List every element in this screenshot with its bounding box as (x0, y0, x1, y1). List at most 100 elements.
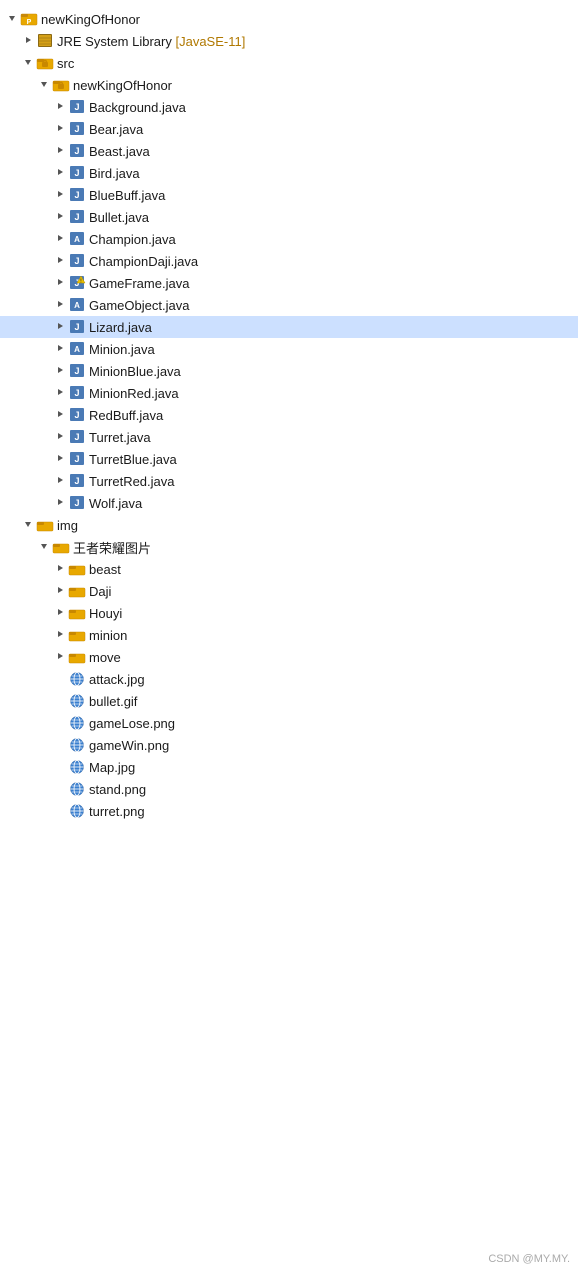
tree-arrow[interactable] (52, 321, 68, 334)
tree-arrow[interactable] (52, 585, 68, 598)
svg-text:J: J (74, 124, 79, 134)
tree-arrow[interactable] (36, 79, 52, 92)
watermark: CSDN @MY.MY. (488, 1253, 570, 1265)
tree-item[interactable]: A Champion.java (0, 228, 578, 250)
tree-item-label: ChampionDaji.java (89, 254, 578, 269)
tree-arrow[interactable] (52, 475, 68, 488)
tree-item[interactable]: move (0, 646, 578, 668)
tree-arrow[interactable] (52, 651, 68, 664)
tree-item[interactable]: P newKingOfHonor (0, 8, 578, 30)
file-icon: A (68, 341, 86, 357)
tree-arrow[interactable] (52, 431, 68, 444)
tree-item[interactable]: J Background.java (0, 96, 578, 118)
tree-item[interactable]: Daji (0, 580, 578, 602)
tree-arrow[interactable] (52, 365, 68, 378)
tree-item-label: Map.jpg (89, 760, 578, 775)
tree-arrow[interactable] (52, 101, 68, 114)
tree-item[interactable]: J RedBuff.java (0, 404, 578, 426)
tree-item[interactable]: A GameObject.java (0, 294, 578, 316)
tree-arrow[interactable] (52, 387, 68, 400)
tree-item[interactable]: turret.png (0, 800, 578, 822)
tree-item[interactable]: Map.jpg (0, 756, 578, 778)
jre-version-label: [JavaSE-11] (172, 34, 245, 49)
tree-item[interactable]: J Wolf.java (0, 492, 578, 514)
tree-item[interactable]: beast (0, 558, 578, 580)
tree-item[interactable]: J BlueBuff.java (0, 184, 578, 206)
tree-arrow[interactable] (52, 409, 68, 422)
tree-item[interactable]: stand.png (0, 778, 578, 800)
tree-item[interactable]: bullet.gif (0, 690, 578, 712)
tree-arrow[interactable] (52, 343, 68, 356)
tree-arrow[interactable] (52, 607, 68, 620)
tree-arrow[interactable] (52, 277, 68, 290)
tree-item-label: RedBuff.java (89, 408, 578, 423)
tree-item[interactable]: newKingOfHonor (0, 74, 578, 96)
tree-item-label: Champion.java (89, 232, 578, 247)
tree-item[interactable]: J ! GameFrame.java (0, 272, 578, 294)
tree-arrow[interactable] (20, 57, 36, 70)
tree-item-label: stand.png (89, 782, 578, 797)
tree-arrow[interactable] (52, 233, 68, 246)
tree-item[interactable]: img (0, 514, 578, 536)
tree-item[interactable]: J TurretRed.java (0, 470, 578, 492)
svg-text:J: J (74, 190, 79, 200)
tree-item-label: MinionBlue.java (89, 364, 578, 379)
tree-item-label: Daji (89, 584, 578, 599)
tree-arrow[interactable] (20, 35, 36, 48)
tree-item-label: 王者荣耀图片 (73, 538, 578, 557)
svg-text:A: A (74, 345, 80, 354)
tree-arrow[interactable] (52, 167, 68, 180)
tree-item[interactable]: J Turret.java (0, 426, 578, 448)
file-icon: J (68, 451, 86, 467)
tree-item[interactable]: J Bullet.java (0, 206, 578, 228)
tree-item[interactable]: J Lizard.java (0, 316, 578, 338)
tree-item[interactable]: src (0, 52, 578, 74)
tree-arrow[interactable] (52, 123, 68, 136)
tree-arrow[interactable] (52, 453, 68, 466)
file-icon: J (68, 143, 86, 159)
tree-arrow[interactable] (52, 189, 68, 202)
file-icon: J (68, 429, 86, 445)
svg-text:J: J (74, 388, 79, 398)
file-icon: A (68, 297, 86, 313)
tree-item[interactable]: J Beast.java (0, 140, 578, 162)
tree-item[interactable]: A Minion.java (0, 338, 578, 360)
tree-arrow[interactable] (52, 629, 68, 642)
tree-item-label: beast (89, 562, 578, 577)
tree-item[interactable]: J Bird.java (0, 162, 578, 184)
tree-item-label: newKingOfHonor (41, 12, 578, 27)
tree-item[interactable]: attack.jpg (0, 668, 578, 690)
tree-item[interactable]: J ChampionDaji.java (0, 250, 578, 272)
tree-arrow[interactable] (52, 299, 68, 312)
file-icon: J (68, 385, 86, 401)
file-icon: J (68, 121, 86, 137)
tree-item[interactable]: J TurretBlue.java (0, 448, 578, 470)
tree-arrow[interactable] (52, 211, 68, 224)
tree-arrow[interactable] (52, 255, 68, 268)
tree-item-label: attack.jpg (89, 672, 578, 687)
file-icon (52, 77, 70, 93)
tree-item[interactable]: JRE System Library [JavaSE-11] (0, 30, 578, 52)
tree-arrow[interactable] (4, 13, 20, 26)
tree-item[interactable]: J MinionBlue.java (0, 360, 578, 382)
tree-arrow[interactable] (52, 563, 68, 576)
tree-item[interactable]: Houyi (0, 602, 578, 624)
file-icon (68, 561, 86, 577)
tree-arrow[interactable] (36, 541, 52, 554)
tree-item-label: Lizard.java (89, 320, 578, 335)
file-icon (68, 803, 86, 819)
tree-item-label: BlueBuff.java (89, 188, 578, 203)
tree-item[interactable]: gameWin.png (0, 734, 578, 756)
file-icon (68, 605, 86, 621)
tree-item[interactable]: gameLose.png (0, 712, 578, 734)
tree-item[interactable]: 王者荣耀图片 (0, 536, 578, 558)
tree-item[interactable]: J Bear.java (0, 118, 578, 140)
tree-arrow[interactable] (20, 519, 36, 532)
tree-item-label: MinionRed.java (89, 386, 578, 401)
svg-text:J: J (74, 322, 79, 332)
tree-arrow[interactable] (52, 145, 68, 158)
tree-item[interactable]: minion (0, 624, 578, 646)
tree-item[interactable]: J MinionRed.java (0, 382, 578, 404)
file-icon: J (68, 319, 86, 335)
tree-arrow[interactable] (52, 497, 68, 510)
